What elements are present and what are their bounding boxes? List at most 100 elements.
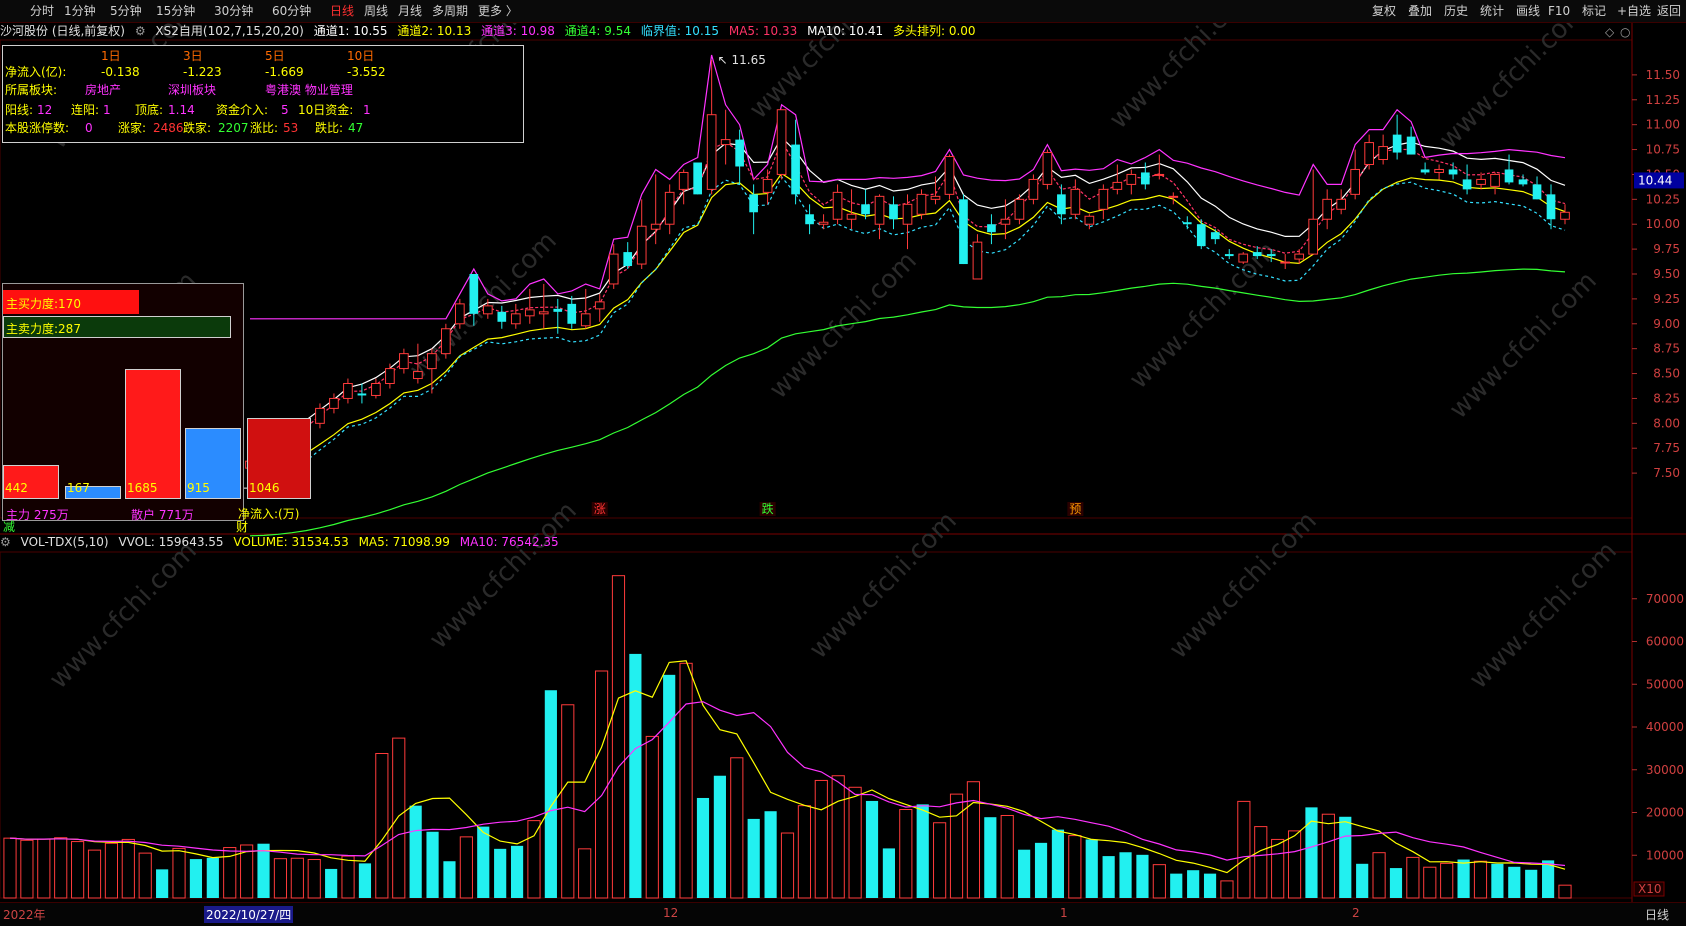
volume-bar [797, 805, 811, 899]
candle-body [371, 383, 381, 396]
candle-body [735, 139, 744, 167]
candle-body [1406, 136, 1416, 155]
toolbar-button[interactable]: 历史 [1444, 3, 1468, 19]
critical-value: 临界值: 10.15 [640, 24, 720, 38]
indicator-name[interactable]: XS2自用(102,7,15,20,20) [155, 24, 303, 38]
candle-body [902, 203, 913, 225]
downratio-value: 47 [348, 121, 364, 135]
period-tab[interactable]: 分时 [30, 3, 54, 19]
volume-bar [477, 826, 490, 898]
volume-bar [713, 775, 726, 898]
toolbar-button[interactable]: +自选 [1617, 3, 1651, 19]
candle-body [944, 156, 955, 195]
volume-value: VOLUME: 31534.53 [233, 535, 349, 549]
period-tab[interactable]: 60分钟 [272, 3, 311, 19]
volume-bar [54, 837, 68, 899]
volume-bar [1136, 854, 1149, 898]
candle-body [791, 144, 800, 195]
candle-body [1364, 142, 1374, 165]
period-tab[interactable]: 5分钟 [110, 3, 142, 19]
volume-bar [1000, 814, 1014, 899]
toolbar-button[interactable]: F10 [1548, 3, 1570, 19]
period-tab[interactable]: 周线 [364, 3, 388, 19]
price-tick-label: 11.25 [1646, 93, 1680, 107]
yang-value: 12 [37, 103, 53, 117]
candle-body [1196, 224, 1206, 247]
toolbar-button[interactable]: 统计 [1480, 3, 1504, 19]
down-value: 2207 [218, 121, 249, 135]
volume-bar [358, 863, 372, 898]
toolbar-button[interactable]: 画线 [1516, 3, 1540, 19]
period-tab[interactable]: 多周期 [432, 3, 468, 19]
candle-body [567, 303, 577, 324]
retail-label: 散户 771万 [131, 508, 194, 522]
watermark: www.cfchi.com [804, 506, 963, 665]
candle-body [1028, 178, 1039, 200]
period-tab[interactable]: 更多 〉 [478, 3, 518, 19]
main-force-label: 主力 275万 [6, 508, 69, 522]
volume-bar [459, 836, 473, 899]
candle-body [1224, 254, 1234, 257]
settings-icon[interactable]: ⚙ [0, 535, 11, 549]
volume-bar [1356, 863, 1369, 898]
volume-bar [1271, 838, 1285, 899]
toolbar-button[interactable]: 标记 [1582, 3, 1606, 19]
toolbar-button[interactable]: 复权 [1372, 3, 1396, 19]
period-label[interactable]: 日线 [1645, 906, 1669, 923]
settings-icon[interactable]: ⚙ [135, 24, 146, 38]
candle-body [1532, 184, 1542, 200]
flow-bar-label: 442 [5, 481, 28, 495]
header-10d: 10日 [347, 49, 375, 63]
stock-name[interactable]: 沙河股份 (日线,前复权) [0, 24, 125, 38]
volume-bar [527, 820, 541, 899]
flow-bar-label: 1685 [127, 481, 158, 495]
volume-bar [409, 805, 422, 898]
candle-body [441, 328, 451, 355]
signal-marker: 涨 [594, 501, 606, 516]
candle-body [469, 274, 479, 314]
candle-body [972, 241, 983, 280]
candle-body [1182, 222, 1192, 225]
candle-body [497, 311, 507, 322]
toolbar-button[interactable]: 叠加 [1408, 3, 1432, 19]
period-tab[interactable]: 日线 [330, 3, 354, 19]
volume-bar [290, 857, 304, 899]
candle-body [874, 195, 885, 225]
sector-2[interactable]: 深圳板块 [168, 82, 216, 98]
volume-tick-label: 20000 [1646, 806, 1684, 820]
volume-indicator-name[interactable]: VOL-TDX(5,10) [21, 535, 109, 549]
volume-bar [1102, 856, 1115, 898]
reduce-marker: 减 [3, 520, 16, 534]
volume-bar [1473, 860, 1488, 899]
volume-bar [1423, 866, 1437, 899]
candle-body [1420, 169, 1430, 173]
lianyang-value: 1 [103, 103, 111, 117]
volume-bar [696, 797, 710, 898]
volume-bar [426, 831, 439, 898]
volume-bar [1406, 856, 1420, 899]
period-tab[interactable]: 30分钟 [214, 3, 253, 19]
volume-bar [984, 817, 997, 898]
candle-body [861, 204, 870, 215]
sector-3[interactable]: 粤港澳 物业管理 [265, 82, 353, 98]
volume-bar [71, 841, 85, 899]
current-price-label: 10.44 [1638, 173, 1672, 187]
period-tab[interactable]: 15分钟 [156, 3, 195, 19]
period-tab[interactable]: 1分钟 [64, 3, 96, 19]
candle-body [608, 253, 619, 285]
header-3d: 3日 [183, 49, 203, 63]
candle-body [678, 171, 689, 190]
candle-body [776, 109, 787, 175]
candle-body [1098, 188, 1109, 210]
volume-bar [780, 832, 795, 899]
volume-ma5-value: MA5: 71098.99 [358, 535, 450, 549]
volume-bar [37, 838, 51, 899]
indicator-legend: 沙河股份 (日线,前复权) ⚙ XS2自用(102,7,15,20,20) 通道… [0, 23, 982, 39]
period-tab[interactable]: 月线 [398, 3, 422, 19]
toolbar-button[interactable]: 返回 [1657, 3, 1681, 19]
limitup-label: 本股涨停数: [5, 121, 70, 135]
candle-body [1154, 173, 1165, 176]
volume-bar [1170, 873, 1183, 898]
candle-body [805, 214, 814, 225]
sector-1[interactable]: 房地产 [85, 82, 121, 98]
